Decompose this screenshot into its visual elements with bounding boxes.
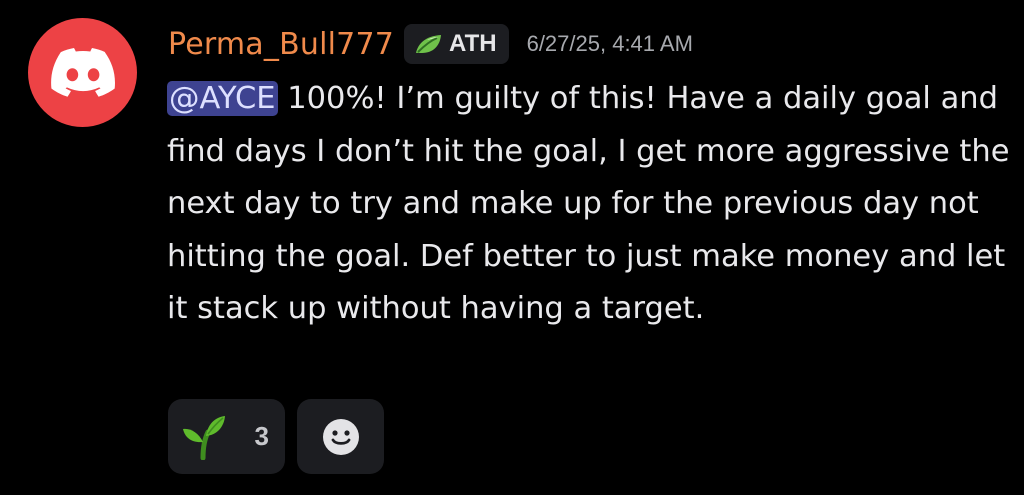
reaction-count: 3 (254, 421, 269, 451)
discord-logo-icon (50, 47, 115, 97)
chat-message: Perma_Bull777 ATH 6/27/25, 4:41 AM @AYCE… (0, 0, 1024, 495)
message-header: Perma_Bull777 ATH 6/27/25, 4:41 AM (168, 22, 693, 66)
add-reaction-smiley-icon (322, 418, 359, 455)
role-label: ATH (449, 30, 497, 57)
username[interactable]: Perma_Bull777 (168, 27, 394, 62)
avatar[interactable] (28, 18, 137, 127)
message-text: 100%! I’m guilty of this! Have a daily g… (167, 81, 1010, 326)
message-content: @AYCE 100%! I’m guilty of this! Have a d… (167, 73, 1012, 336)
user-mention[interactable]: @AYCE (167, 81, 278, 116)
reaction-seedling[interactable]: 3 (168, 399, 285, 474)
seedling-icon (183, 415, 225, 460)
leaf-icon (416, 35, 442, 53)
timestamp: 6/27/25, 4:41 AM (526, 31, 693, 56)
role-tag[interactable]: ATH (404, 24, 509, 64)
reactions-bar: 3 (168, 399, 384, 474)
add-reaction-button[interactable] (297, 399, 384, 474)
